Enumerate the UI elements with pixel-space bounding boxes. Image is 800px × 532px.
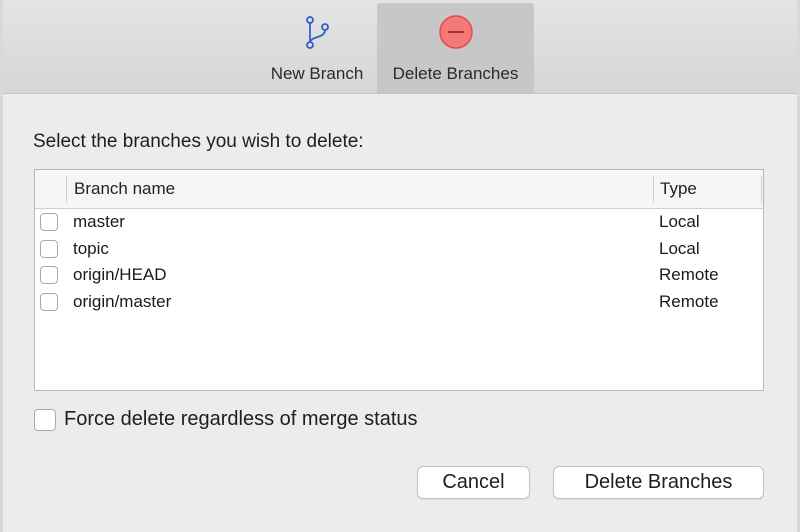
prompt-text: Select the branches you wish to delete: [33, 131, 364, 152]
branch-table: Branch name Type master Local topic Loca… [34, 169, 764, 391]
new-branch-label: New Branch [270, 64, 364, 83]
table-row[interactable]: topic Local [35, 238, 763, 265]
toolbar: New Branch Delete Branches [0, 0, 800, 94]
table-row[interactable]: origin/HEAD Remote [35, 264, 763, 291]
column-divider[interactable] [66, 176, 67, 203]
column-header-type[interactable]: Type [660, 179, 697, 199]
table-header: Branch name Type [35, 170, 763, 209]
branch-type: Remote [659, 265, 719, 284]
branch-name: origin/HEAD [73, 265, 167, 284]
branch-name: topic [73, 238, 109, 258]
force-delete-checkbox[interactable] [34, 408, 56, 431]
branch-checkbox[interactable] [40, 266, 58, 284]
delete-branches-tab[interactable]: Delete Branches [377, 3, 534, 93]
delete-branches-button[interactable]: Delete Branches [553, 466, 764, 499]
minus-circle-icon [438, 14, 474, 50]
branch-checkbox[interactable] [40, 239, 58, 258]
delete-branches-window: New Branch Delete Branches Select the br… [0, 0, 800, 532]
window-edge-left [0, 0, 3, 532]
table-row[interactable]: master Local [35, 211, 763, 238]
delete-branches-label: Delete Branches [392, 64, 519, 83]
cancel-button[interactable]: Cancel [417, 466, 530, 499]
branch-type: Local [659, 238, 700, 258]
branch-type: Remote [659, 291, 719, 311]
column-divider[interactable] [653, 176, 654, 203]
column-divider[interactable] [761, 176, 762, 203]
branch-name: origin/master [73, 291, 172, 311]
branch-checkbox[interactable] [40, 213, 58, 231]
table-row[interactable]: origin/master Remote [35, 291, 763, 318]
new-branch-tab[interactable]: New Branch [257, 3, 377, 93]
force-delete-label[interactable]: Force delete regardless of merge status [64, 408, 418, 431]
branch-checkbox[interactable] [40, 292, 58, 311]
branch-name: master [73, 212, 125, 231]
branch-type: Local [659, 212, 700, 231]
force-delete-option[interactable]: Force delete regardless of merge status [34, 408, 418, 431]
table-body: master Local topic Local origin/HEAD Rem… [35, 211, 763, 317]
column-header-branch-name[interactable]: Branch name [74, 179, 175, 199]
branch-icon [299, 14, 335, 50]
